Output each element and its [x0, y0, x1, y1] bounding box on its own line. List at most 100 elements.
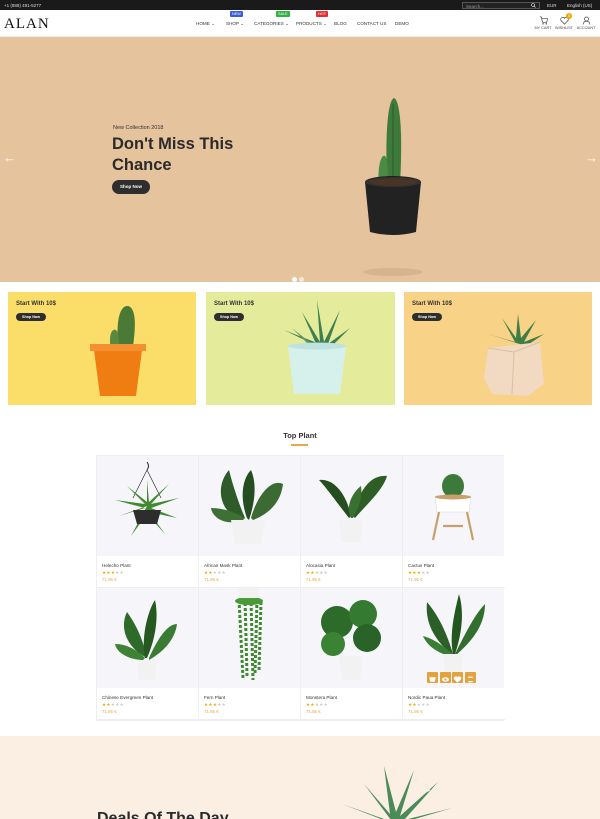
promo-title: Start With 10$: [214, 301, 254, 307]
rating-stars: ★★★★★: [204, 702, 227, 707]
product-price: 71.95 €: [102, 709, 117, 714]
product-image[interactable]: [403, 456, 504, 556]
hanging-fern-plant-image: [235, 588, 263, 681]
product-name[interactable]: Alocasia Plant: [306, 563, 335, 568]
product-name[interactable]: Cactus Plant: [408, 563, 434, 568]
nav-badge-new: NEW: [230, 11, 243, 17]
nav-item-shop[interactable]: NEW SHOP ⌄: [226, 11, 245, 27]
language-selector[interactable]: English (US): [567, 3, 592, 8]
logo[interactable]: ALAN: [4, 16, 50, 33]
wishlist-button[interactable]: 0 WISHLIST: [554, 13, 574, 30]
product-price: 71.95 €: [204, 577, 219, 582]
currency-selector[interactable]: EUR: [547, 3, 557, 8]
slider-dots: [292, 269, 306, 282]
section-divider: [291, 444, 308, 446]
cart-icon: [429, 677, 436, 682]
alocasia-plant-image: [319, 475, 387, 542]
product-price: 71.95 €: [408, 577, 423, 582]
search-input[interactable]: Search...: [462, 1, 540, 9]
search-placeholder: Search...: [466, 3, 485, 9]
nav-label: HOME: [196, 21, 210, 26]
shop-now-button[interactable]: Shop Now: [412, 313, 442, 321]
hero-subtitle: New Collection 2018: [113, 125, 164, 131]
product-card[interactable]: Nordic Paua Plant ★★★★★ 71.95 €: [403, 588, 505, 720]
product-image[interactable]: [199, 456, 300, 556]
product-card[interactable]: African Mask Plant ★★★★★ 71.95 €: [199, 456, 301, 588]
hero-title: Don't Miss This Chance: [112, 135, 234, 174]
product-card[interactable]: Cactus Plant ★★★★★ 71.95 €: [403, 456, 505, 588]
eye-icon: [441, 677, 449, 682]
product-image[interactable]: [301, 456, 402, 556]
cactus-orange-pot-image: [90, 305, 146, 396]
product-name[interactable]: Fern Plant: [204, 695, 225, 700]
arrow-left-icon[interactable]: ←: [3, 151, 16, 164]
account-label: ACCOUNT: [576, 26, 596, 30]
compare-icon: [467, 676, 473, 683]
product-name[interactable]: Helecho Plant: [102, 563, 131, 568]
site-header: ALAN HOME ⌄ NEW SHOP ⌄ SALE CATEGORIES ⌄ H…: [0, 10, 600, 37]
cactus-pot-image: [363, 98, 423, 276]
shop-now-button[interactable]: Shop Now: [214, 313, 244, 321]
product-name[interactable]: Chinese Evergreen Plant: [102, 695, 153, 700]
product-price: 71.95 €: [408, 709, 423, 714]
product-card[interactable]: Monstera Plant ★★★★★ 71.95 €: [301, 588, 403, 720]
promo-title: Start With 10$: [412, 301, 452, 307]
quick-actions: [427, 672, 477, 688]
chinese-evergreen-image: [115, 600, 177, 680]
shop-now-button[interactable]: Shop Now: [112, 180, 150, 194]
promo-banner[interactable]: Start With 10$ Shop Now: [206, 292, 395, 405]
rating-stars: ★★★★★: [408, 702, 431, 707]
product-image[interactable]: [403, 588, 504, 688]
add-to-wishlist-button[interactable]: [452, 672, 463, 683]
nav-label: PRODUCTS: [296, 21, 322, 26]
product-image[interactable]: [301, 588, 402, 688]
succulent-blue-pot-image: [284, 300, 350, 394]
promo-banner[interactable]: Start With 10$ Shop Now: [8, 292, 196, 405]
product-card[interactable]: Alocasia Plant ★★★★★ 71.95 €: [301, 456, 403, 588]
product-image[interactable]: [97, 456, 198, 556]
chevron-down-icon: ⌄: [211, 21, 215, 26]
wishlist-count: 0: [566, 13, 572, 19]
product-image[interactable]: [199, 588, 300, 688]
product-card[interactable]: Fern Plant ★★★★★ 71.95 €: [199, 588, 301, 720]
hero-slider: ← → New Collection 2018 Don't Miss This …: [0, 37, 600, 282]
promo-banner[interactable]: Start With 10$ Shop Now: [404, 292, 592, 405]
product-image[interactable]: [97, 588, 198, 688]
rating-stars: ★★★★★: [306, 702, 329, 707]
arrow-right-icon[interactable]: →: [585, 151, 598, 164]
product-price: 71.95 €: [102, 577, 117, 582]
account-button[interactable]: ACCOUNT: [576, 16, 596, 30]
product-card[interactable]: Chinese Evergreen Plant ★★★★★ 71.95 €: [97, 588, 199, 720]
add-to-cart-button[interactable]: [427, 672, 438, 683]
rating-stars: ★★★★★: [102, 570, 125, 575]
product-name[interactable]: Nordic Paua Plant: [408, 695, 445, 700]
product-price: 71.95 €: [306, 709, 321, 714]
nav-item-contact[interactable]: CONTACT US: [357, 21, 386, 26]
chevron-down-icon: ⌄: [323, 21, 327, 26]
nav-item-blog[interactable]: BLOG: [334, 21, 347, 26]
rating-stars: ★★★★★: [204, 570, 227, 575]
nav-item-products[interactable]: HOT PRODUCTS ⌄: [296, 11, 329, 27]
monstera-plant-image: [321, 600, 381, 680]
slider-dot[interactable]: [299, 277, 304, 282]
product-name[interactable]: African Mask Plant: [204, 563, 242, 568]
chevron-down-icon: ⌄: [240, 21, 245, 26]
product-card[interactable]: Helecho Plant ★★★★★ 71.95 €: [97, 456, 199, 588]
slider-dot[interactable]: [292, 277, 297, 282]
product-name[interactable]: Monstera Plant: [306, 695, 337, 700]
shop-now-button[interactable]: Shop Now: [16, 313, 46, 321]
rating-stars: ★★★★★: [102, 702, 125, 707]
deals-title: Deals Of The Day: [97, 810, 229, 819]
phone-number[interactable]: +1 (888) 491-5277: [4, 3, 41, 8]
nav-item-demo[interactable]: DEMO: [395, 21, 409, 26]
rating-stars: ★★★★★: [306, 570, 329, 575]
product-price: 71.95 €: [204, 709, 219, 714]
search-icon[interactable]: [531, 3, 536, 8]
quick-view-button[interactable]: [439, 672, 451, 683]
cart-button[interactable]: MY CART: [533, 16, 553, 30]
nav-item-categories[interactable]: SALE CATEGORIES ⌄: [254, 11, 290, 27]
nav-item-home[interactable]: HOME ⌄: [196, 21, 215, 27]
compare-button[interactable]: [464, 672, 476, 683]
african-mask-plant-image: [211, 470, 283, 544]
nav-label: CATEGORIES: [254, 21, 284, 26]
